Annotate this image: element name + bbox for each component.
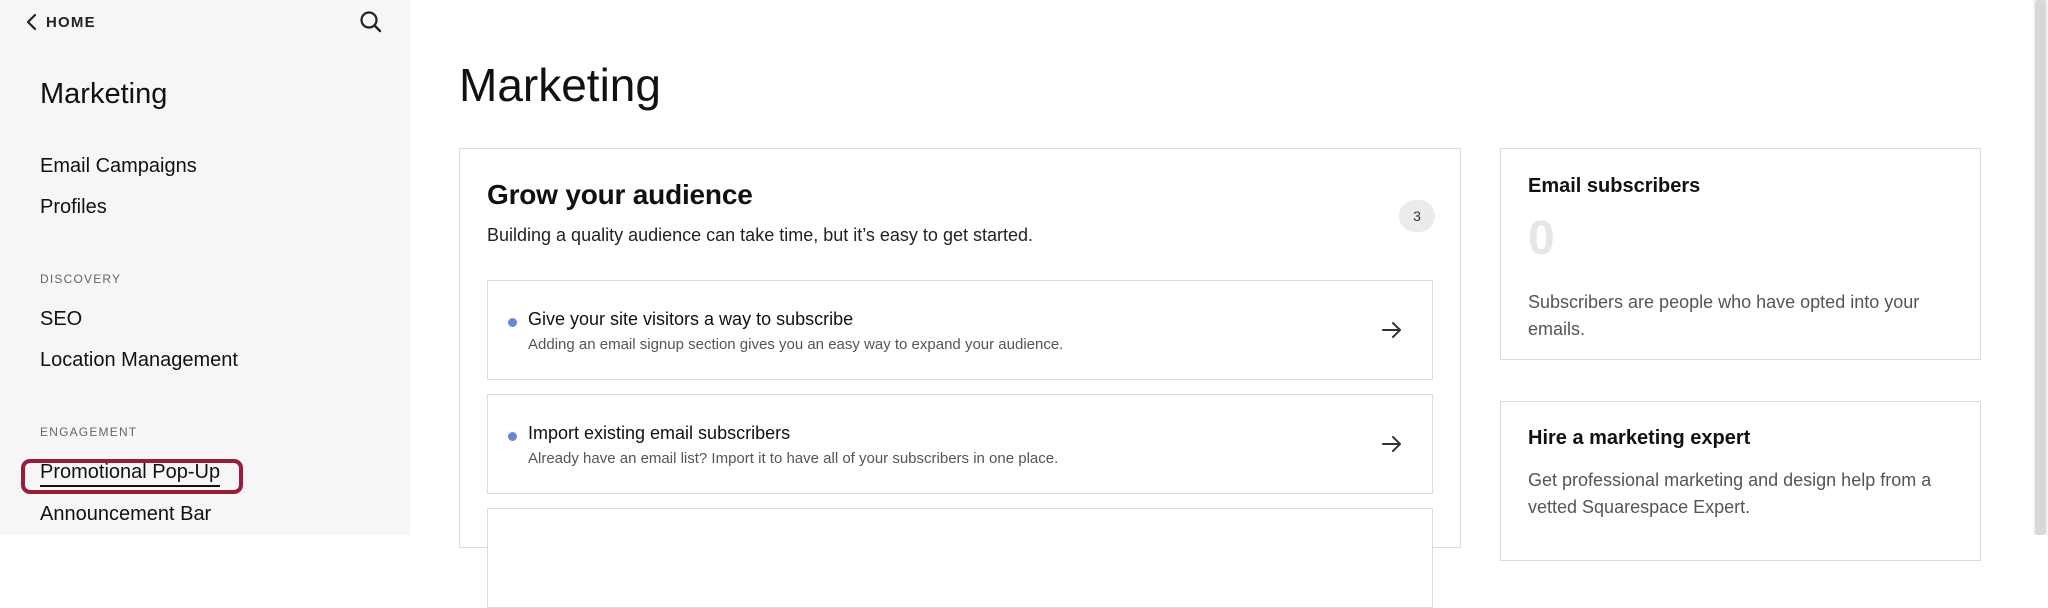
scrollbar-thumb[interactable]	[2035, 0, 2046, 535]
sidebar-item-location-management[interactable]: Location Management	[40, 349, 238, 372]
subscriber-count: 0	[1528, 212, 1555, 265]
card-body: Get professional marketing and design he…	[1528, 470, 1932, 517]
arrow-right-icon	[1382, 322, 1401, 338]
grow-audience-card: Grow your audience Building a quality au…	[459, 148, 1461, 608]
search-icon	[360, 11, 382, 33]
task-title: Import existing email subscribers	[528, 423, 791, 443]
task-count-badge: 3	[1399, 200, 1435, 232]
email-subscribers-card: Email subscribers 0 Subscribers are peop…	[1500, 148, 1981, 360]
page-title: Marketing	[459, 59, 661, 111]
card-body: Subscribers are people who have opted in…	[1528, 292, 1920, 339]
task-description: Adding an email signup section gives you…	[528, 336, 1064, 353]
arrow-right-icon	[1382, 436, 1401, 452]
task-item-third[interactable]	[487, 508, 1433, 608]
status-dot	[508, 318, 517, 327]
task-item-subscribe[interactable]: Give your site visitors a way to subscri…	[487, 280, 1433, 380]
task-item-import[interactable]: Import existing email subscribers Alread…	[487, 394, 1433, 494]
sidebar-item-announcement-bar[interactable]: Announcement Bar	[40, 503, 211, 526]
card-subtitle: Building a quality audience can take tim…	[487, 225, 1033, 245]
section-label-engagement: ENGAGEMENT	[40, 425, 138, 439]
task-description: Already have an email list? Import it to…	[528, 450, 1059, 467]
sidebar-item-promotional-popup[interactable]: Promotional Pop-Up	[40, 461, 221, 487]
sidebar-item-label: Promotional Pop-Up	[40, 461, 221, 487]
sidebar-item-profiles[interactable]: Profiles	[40, 196, 107, 219]
sidebar-item-email-campaigns[interactable]: Email Campaigns	[40, 155, 197, 178]
card-title: Email subscribers	[1528, 175, 1701, 197]
status-dot	[508, 432, 517, 441]
sidebar-item-seo[interactable]: SEO	[40, 308, 82, 331]
task-title: Give your site visitors a way to subscri…	[528, 309, 854, 329]
home-label: HOME	[46, 13, 96, 31]
chevron-left-icon	[26, 13, 37, 31]
section-label-discovery: DISCOVERY	[40, 272, 122, 286]
search-button[interactable]	[357, 8, 385, 36]
sidebar-title: Marketing	[40, 78, 168, 110]
card-title: Hire a marketing expert	[1528, 427, 1751, 449]
home-back-link[interactable]: HOME	[24, 10, 96, 34]
card-title: Grow your audience	[487, 179, 753, 210]
hire-expert-card[interactable]: Hire a marketing expert Get professional…	[1500, 401, 1981, 561]
sidebar: HOME Marketing Email Campaigns Profiles …	[0, 0, 410, 535]
